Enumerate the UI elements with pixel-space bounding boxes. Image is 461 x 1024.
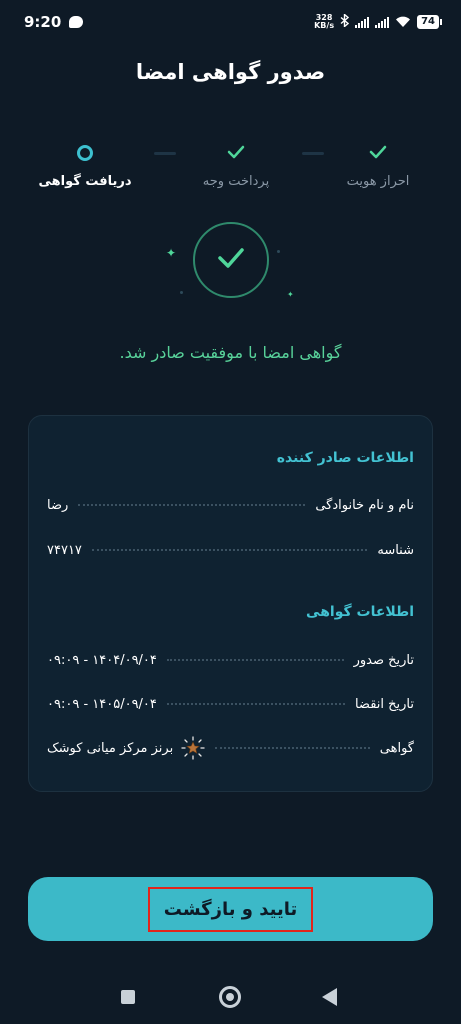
step-label: پرداخت وجه xyxy=(202,174,270,189)
network-speed-unit: KB/s xyxy=(314,21,335,30)
sparkle-icon: ✦ xyxy=(166,246,177,260)
step-payment: پرداخت وجه xyxy=(181,140,291,189)
info-row-full-name: نام و نام خانوادگی رضا xyxy=(47,494,414,516)
status-left: 9:20 xyxy=(24,13,84,31)
confirm-button-label: تایید و بازگشت xyxy=(147,886,314,932)
row-value: رضا xyxy=(47,497,69,513)
step-connector xyxy=(154,152,176,155)
back-icon[interactable] xyxy=(322,988,337,1006)
certificate-section-title: اطلاعات گواهی xyxy=(306,604,414,620)
row-divider xyxy=(91,549,368,551)
row-key: تاریخ صدور xyxy=(353,652,414,668)
info-row-issue-date: تاریخ صدور ۱۴۰۴/۰۹/۰۴ - ۰۹:۰۹ xyxy=(47,649,414,671)
row-key: نام و نام خانوادگی xyxy=(315,497,414,513)
page-title: صدور گواهی امضا xyxy=(135,60,326,84)
step-receive-certificate: دریافت گواهی xyxy=(30,140,140,189)
row-value-with-icon: برنز مرکز میانی کوشک xyxy=(47,736,205,760)
sparkle-icon: ✦ xyxy=(287,290,294,299)
certificate-level: برنز مرکز میانی کوشک xyxy=(47,740,174,756)
status-right: 328 KB/s 74 xyxy=(314,12,442,32)
bronze-star-badge-icon xyxy=(181,736,205,760)
system-navigation-bar xyxy=(0,968,461,1024)
home-icon[interactable] xyxy=(219,986,241,1008)
step-label: احراز هویت xyxy=(346,174,410,189)
confirm-and-return-button[interactable]: تایید و بازگشت xyxy=(28,877,433,941)
row-divider xyxy=(166,703,345,705)
row-value: ۱۴۰۵/۰۹/۰۴ - ۰۹:۰۹ xyxy=(47,696,157,712)
row-value: ۱۴۰۴/۰۹/۰۴ - ۰۹:۰۹ xyxy=(47,652,157,668)
certificate-info-card: اطلاعات صادر کننده نام و نام خانوادگی رض… xyxy=(28,415,433,792)
row-divider xyxy=(215,747,370,749)
status-time: 9:20 xyxy=(24,13,62,31)
battery-icon: 74 xyxy=(417,15,442,29)
check-icon xyxy=(227,144,245,163)
progress-stepper: احراز هویت پرداخت وجه دریافت گواهی xyxy=(30,140,431,200)
current-step-ring-icon xyxy=(77,145,93,161)
step-connector xyxy=(302,152,324,155)
row-key: تاریخ انقضا xyxy=(354,696,414,712)
decor-dot xyxy=(180,291,183,294)
signal-strength-icon xyxy=(355,16,370,28)
chat-notification-icon xyxy=(69,16,84,28)
row-divider xyxy=(166,659,344,661)
row-divider xyxy=(78,504,306,506)
success-check-badge xyxy=(193,222,269,298)
step-label: دریافت گواهی xyxy=(38,174,132,189)
wifi-icon xyxy=(395,13,411,32)
issuer-section-title: اطلاعات صادر کننده xyxy=(276,450,414,466)
success-message: گواهی امضا با موفقیت صادر شد. xyxy=(119,343,342,362)
row-key: شناسه xyxy=(377,542,414,558)
recent-apps-icon[interactable] xyxy=(121,990,135,1004)
info-row-certificate: گواهی برنز مرکز میانی کوشک xyxy=(47,736,414,760)
check-icon xyxy=(369,144,387,163)
info-row-id: شناسه ۷۴۷۱۷ xyxy=(47,539,414,561)
status-bar: 9:20 328 KB/s 74 xyxy=(0,0,461,44)
row-key: گواهی xyxy=(379,740,414,756)
row-value: ۷۴۷۱۷ xyxy=(47,542,82,558)
signal-strength-2-icon xyxy=(375,16,390,28)
bluetooth-icon xyxy=(340,12,350,30)
network-speed: 328 KB/s xyxy=(314,14,334,30)
decor-dot xyxy=(277,250,280,253)
step-identity: احراز هویت xyxy=(323,140,433,189)
info-row-expiry-date: تاریخ انقضا ۱۴۰۵/۰۹/۰۴ - ۰۹:۰۹ xyxy=(47,693,414,715)
check-icon xyxy=(217,247,245,273)
